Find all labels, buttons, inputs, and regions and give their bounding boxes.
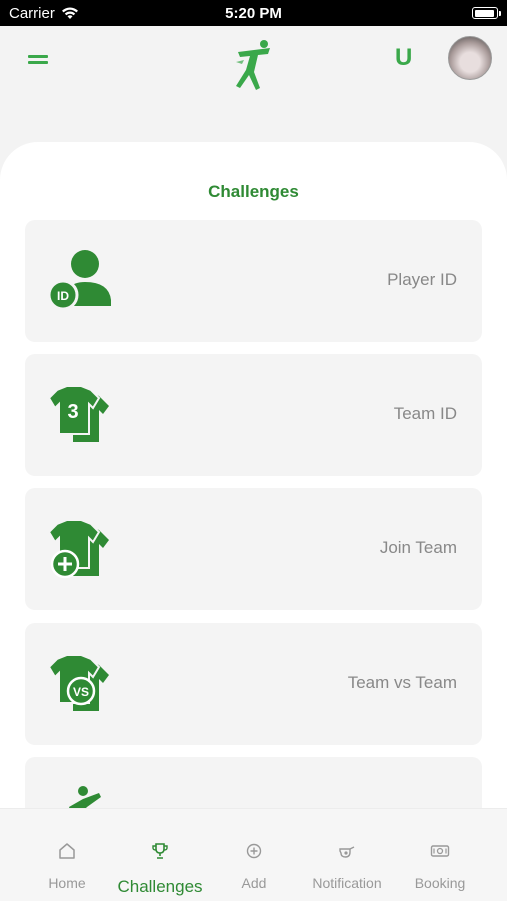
bottom-nav: Home Challenges Add Notification Booking [0,808,507,901]
svg-text:ID: ID [57,289,69,303]
challenges-panel: Challenges ID Player ID 3 Team ID Join T… [0,142,507,842]
app-logo [236,40,270,90]
whistle-icon [339,846,355,858]
status-bar: Carrier 5:20 PM [0,0,507,26]
home-icon [59,843,75,859]
battery-icon [472,7,501,19]
team-id-icon: 3 [49,385,109,442]
nav-label: Challenges [117,877,203,896]
card-label: Team ID [393,404,457,423]
avatar[interactable] [448,36,492,80]
player-kick-card[interactable] [25,757,482,808]
carrier-label: Carrier [9,4,55,22]
nav-notification[interactable]: Notification [302,809,392,901]
join-team-icon [49,519,109,579]
card-label: Join Team [379,538,457,557]
app-header: U [0,26,507,94]
wifi-icon [61,7,78,19]
nav-add[interactable]: Add [228,809,280,901]
team-vs-team-icon: VS [49,654,109,711]
player-kick-icon [69,786,101,808]
team-id-card[interactable]: 3 Team ID [25,354,482,476]
svg-text:3: 3 [67,401,78,423]
card-label: Team vs Team [347,673,457,692]
card-label: Player ID [387,270,457,289]
nav-label: Notification [312,875,382,891]
player-id-icon: ID [49,250,111,311]
join-team-card[interactable]: Join Team [25,488,482,610]
user-initial[interactable]: U [395,44,412,72]
menu-button[interactable] [28,52,48,66]
team-vs-team-card[interactable]: VS Team vs Team [25,623,482,745]
add-icon [246,843,262,859]
nav-label: Home [48,875,86,891]
nav-home[interactable]: Home [37,809,97,901]
player-id-card[interactable]: ID Player ID [25,220,482,342]
nav-label: Booking [414,875,466,891]
nav-label: Add [241,875,267,891]
nav-booking[interactable]: Booking [408,809,472,901]
trophy-icon [152,843,168,859]
nav-challenges[interactable]: Challenges [110,809,210,901]
svg-text:VS: VS [73,685,89,699]
ticket-icon [430,845,450,857]
page-title: Challenges [208,182,299,201]
